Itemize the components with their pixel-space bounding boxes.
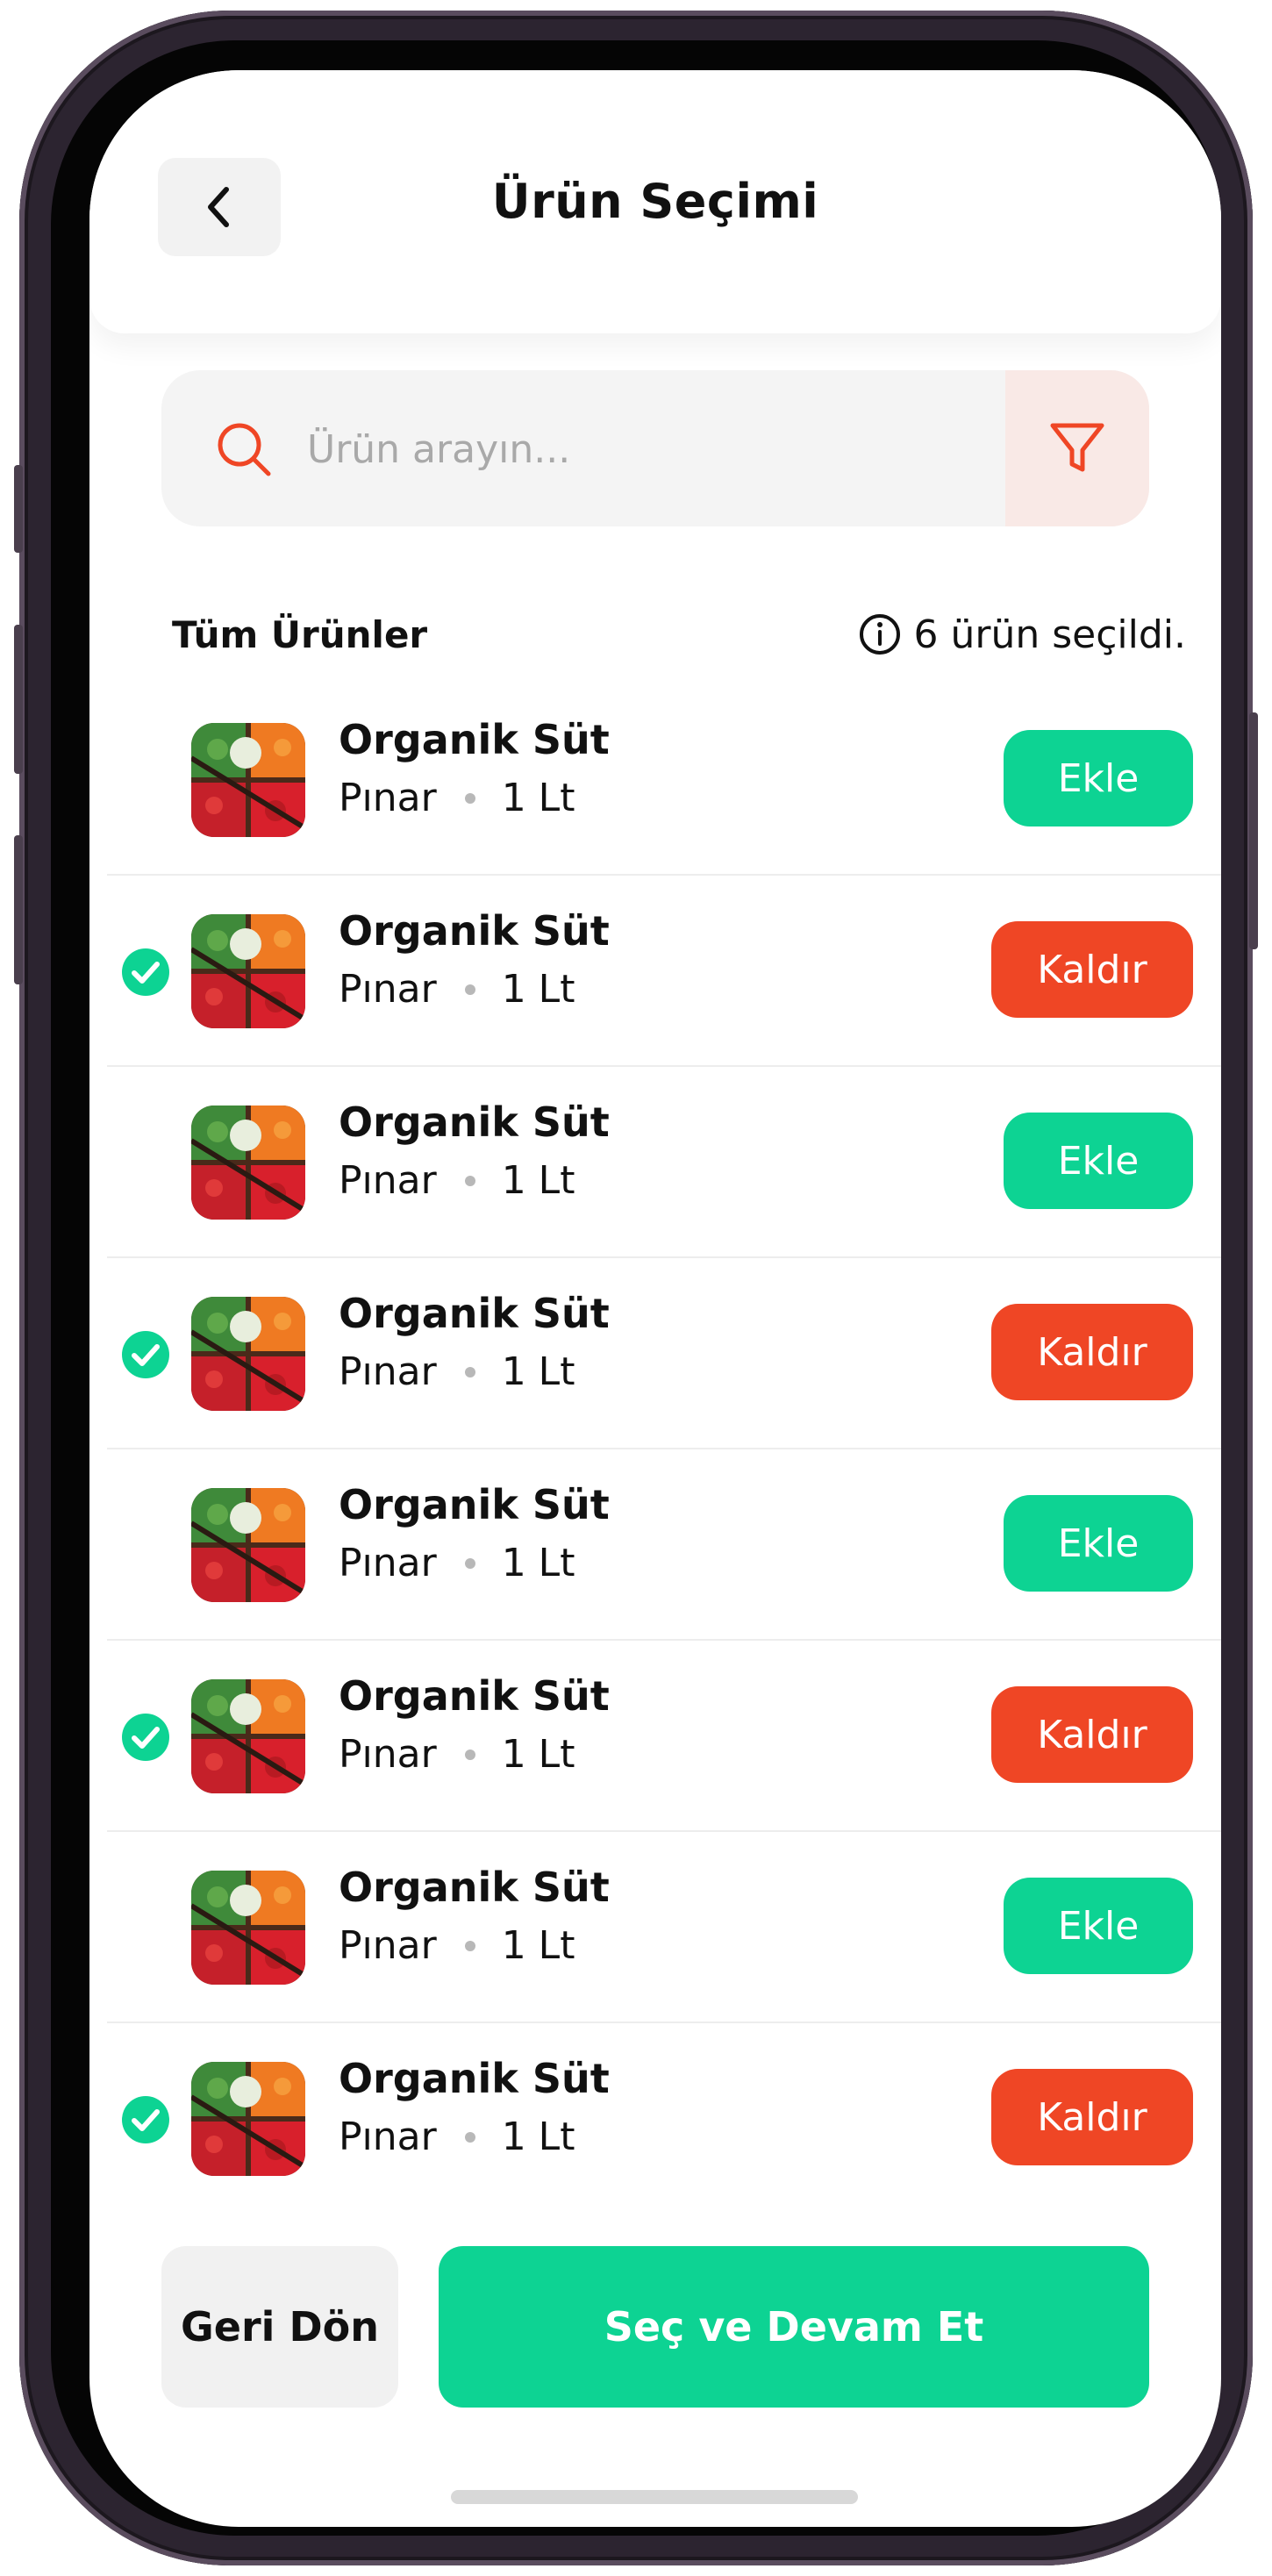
add-button[interactable]: Ekle	[1004, 1878, 1193, 1974]
check-circle-icon	[122, 948, 169, 996]
product-size: 1 Lt	[501, 776, 575, 820]
list-item: Organik Süt Pınar 1 Lt Kaldır	[107, 1258, 1221, 1449]
home-indicator	[451, 2490, 858, 2504]
list-item: Organik Süt Pınar 1 Lt Ekle	[107, 1832, 1221, 2023]
screen: Ürün Seçimi Tüm Ürünler	[89, 70, 1221, 2527]
list-item: Organik Süt Pınar 1 Lt Kaldır	[107, 2023, 1221, 2215]
volume-up-button	[14, 625, 23, 774]
check-circle-icon	[122, 2096, 169, 2143]
section-title: Tüm Ürünler	[172, 612, 428, 656]
product-meta: Pınar 1 Lt	[339, 967, 575, 1012]
product-meta: Pınar 1 Lt	[339, 1923, 575, 1968]
page-title: Ürün Seçimi	[491, 174, 819, 229]
power-button	[1249, 712, 1258, 949]
product-brand: Pınar	[339, 2114, 437, 2159]
product-image	[191, 723, 305, 837]
product-name: Organik Süt	[339, 1864, 610, 1911]
filter-button[interactable]	[1005, 370, 1149, 526]
search-bar	[161, 370, 1149, 526]
product-meta: Pınar 1 Lt	[339, 2114, 575, 2159]
check-circle-icon	[122, 1714, 169, 1761]
remove-button[interactable]: Kaldır	[991, 921, 1193, 1018]
list-item: Organik Süt Pınar 1 Lt Kaldır	[107, 1641, 1221, 1832]
phone-frame: Ürün Seçimi Tüm Ürünler	[14, 11, 1258, 2565]
list-item: Organik Süt Pınar 1 Lt Ekle	[107, 1449, 1221, 1641]
vegetables-image	[191, 723, 305, 837]
product-brand: Pınar	[339, 1349, 437, 1394]
vegetables-image	[191, 914, 305, 1028]
product-size: 1 Lt	[501, 1158, 575, 1203]
product-meta: Pınar 1 Lt	[339, 1541, 575, 1585]
volume-down-button	[14, 835, 23, 984]
product-size: 1 Lt	[501, 967, 575, 1012]
separator-dot	[464, 1557, 475, 1569]
vegetables-image	[191, 1297, 305, 1411]
vegetables-image	[191, 1488, 305, 1602]
remove-button[interactable]: Kaldır	[991, 2069, 1193, 2165]
product-size: 1 Lt	[501, 1541, 575, 1585]
product-size: 1 Lt	[501, 2114, 575, 2159]
separator-dot	[464, 792, 475, 804]
product-brand: Pınar	[339, 1923, 437, 1968]
list-item: Organik Süt Pınar 1 Lt Ekle	[107, 684, 1221, 876]
separator-dot	[464, 2131, 475, 2143]
product-name: Organik Süt	[339, 1290, 610, 1337]
search-icon	[218, 423, 271, 476]
product-image	[191, 2062, 305, 2176]
product-brand: Pınar	[339, 776, 437, 820]
product-image	[191, 1871, 305, 1985]
product-name: Organik Süt	[339, 716, 610, 763]
product-size: 1 Lt	[501, 1349, 575, 1394]
selected-count-text: 6 ürün seçildi.	[913, 612, 1187, 657]
separator-dot	[464, 1175, 475, 1186]
product-image	[191, 1488, 305, 1602]
select-continue-button[interactable]: Seç ve Devam Et	[439, 2246, 1149, 2408]
separator-dot	[464, 1940, 475, 1951]
product-name: Organik Süt	[339, 1098, 610, 1146]
filter-icon	[1050, 423, 1104, 472]
separator-dot	[464, 1366, 475, 1377]
info-icon	[859, 614, 900, 655]
go-back-button[interactable]: Geri Dön	[161, 2246, 398, 2408]
list-item: Organik Süt Pınar 1 Lt Kaldır	[107, 876, 1221, 1067]
product-image	[191, 914, 305, 1028]
add-button[interactable]: Ekle	[1004, 730, 1193, 826]
header: Ürün Seçimi	[89, 70, 1221, 333]
vegetables-image	[191, 1679, 305, 1793]
product-meta: Pınar 1 Lt	[339, 1158, 575, 1203]
product-brand: Pınar	[339, 1158, 437, 1203]
search-input[interactable]	[305, 411, 975, 488]
add-button[interactable]: Ekle	[1004, 1113, 1193, 1209]
product-brand: Pınar	[339, 967, 437, 1012]
product-brand: Pınar	[339, 1541, 437, 1585]
product-size: 1 Lt	[501, 1923, 575, 1968]
product-image	[191, 1297, 305, 1411]
product-meta: Pınar 1 Lt	[339, 1732, 575, 1777]
list-item: Organik Süt Pınar 1 Lt Ekle	[107, 1067, 1221, 1258]
separator-dot	[464, 984, 475, 995]
remove-button[interactable]: Kaldır	[991, 1686, 1193, 1783]
separator-dot	[464, 1749, 475, 1760]
vegetables-image	[191, 2062, 305, 2176]
selected-count: 6 ürün seçildi.	[858, 612, 1187, 657]
vegetables-image	[191, 1106, 305, 1220]
product-image	[191, 1106, 305, 1220]
product-name: Organik Süt	[339, 1672, 610, 1720]
product-image	[191, 1679, 305, 1793]
add-button[interactable]: Ekle	[1004, 1495, 1193, 1592]
side-button	[14, 465, 23, 553]
product-meta: Pınar 1 Lt	[339, 1349, 575, 1394]
product-name: Organik Süt	[339, 2055, 610, 2102]
product-list: Organik Süt Pınar 1 Lt Ekle Organik Süt …	[107, 684, 1221, 2215]
remove-button[interactable]: Kaldır	[991, 1304, 1193, 1400]
product-size: 1 Lt	[501, 1732, 575, 1777]
product-meta: Pınar 1 Lt	[339, 776, 575, 820]
section-header: Tüm Ürünler 6 ürün seçildi.	[172, 604, 1186, 665]
product-name: Organik Süt	[339, 1481, 610, 1528]
check-circle-icon	[122, 1331, 169, 1378]
product-brand: Pınar	[339, 1732, 437, 1777]
product-name: Organik Süt	[339, 907, 610, 955]
vegetables-image	[191, 1871, 305, 1985]
